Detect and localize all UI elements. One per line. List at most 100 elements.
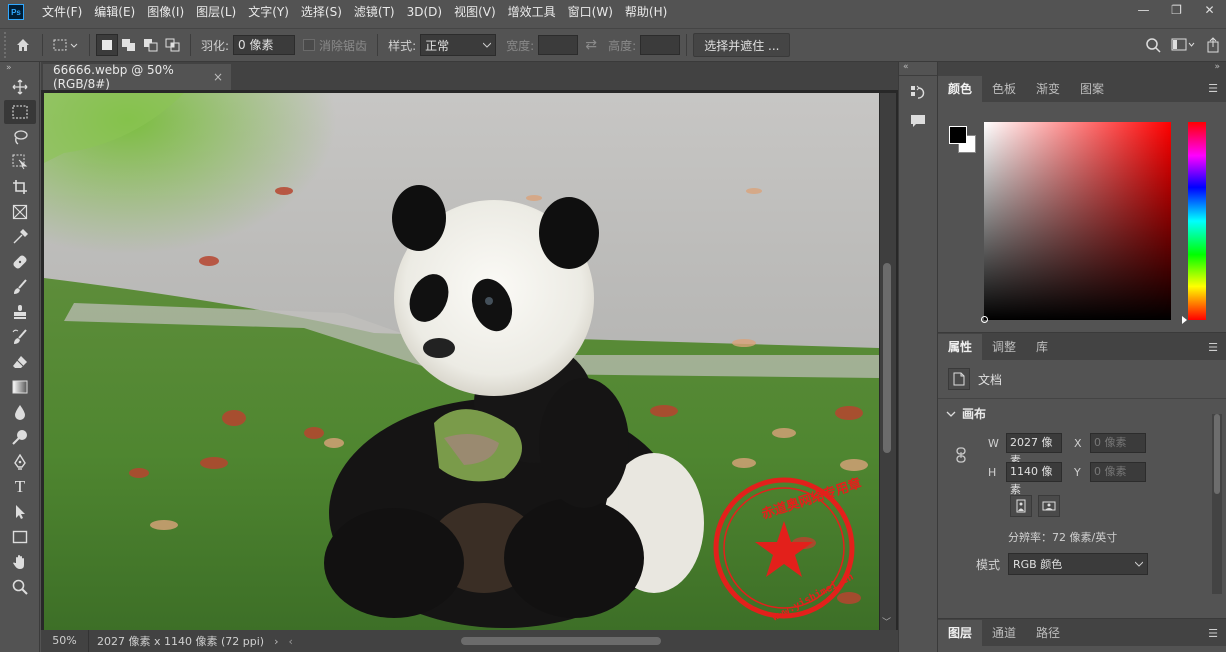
vertical-scroll-thumb[interactable] [883,263,891,453]
hue-slider-handle[interactable] [1182,316,1187,324]
tab-patterns[interactable]: 图案 [1070,76,1114,102]
search-icon[interactable] [1140,32,1166,58]
crop-tool-icon[interactable] [4,175,36,199]
separator [377,34,379,56]
menu-view[interactable]: 视图(V) [448,0,502,24]
close-window-button[interactable]: ✕ [1193,0,1226,20]
menu-help[interactable]: 帮助(H) [619,0,673,24]
hand-tool-icon[interactable] [4,550,36,574]
scroll-down-icon[interactable]: ﹀ [882,615,891,628]
document-info[interactable]: 2027 像素 x 1140 像素 (72 ppi) [97,633,264,649]
portrait-orientation-icon[interactable] [1010,495,1032,517]
canvas-height-input[interactable]: 1140 像素 [1006,462,1062,496]
eraser-tool-icon[interactable] [4,350,36,374]
collapse-dock-icon[interactable]: » [1214,62,1220,72]
scroll-left-icon[interactable]: ‹ [289,635,293,648]
canvas-x-input[interactable]: 0 像素 [1090,433,1146,453]
style-select[interactable]: 正常 [420,34,497,56]
menu-image[interactable]: 图像(I) [141,0,190,24]
menu-3d[interactable]: 3D(D) [401,0,448,24]
link-dimensions-icon[interactable] [956,447,966,463]
zoom-tool-icon[interactable] [4,575,36,599]
panel-menu-icon[interactable]: ☰ [1208,82,1218,95]
eyedropper-tool-icon[interactable] [4,225,36,249]
feather-input[interactable]: 0 像素 [233,35,296,55]
rectangular-marquee-tool-icon[interactable] [4,100,36,124]
gradient-tool-icon[interactable] [4,375,36,399]
swap-icon[interactable]: ⇄ [578,32,604,58]
history-brush-tool-icon[interactable] [4,325,36,349]
subtract-selection-icon[interactable] [140,34,162,56]
frame-tool-icon[interactable] [4,200,36,224]
foreground-color-swatch[interactable] [949,126,967,144]
dodge-tool-icon[interactable] [4,425,36,449]
canvas-area[interactable]: 赤道奥网络专用章 www.yishimei.cn [41,90,898,630]
close-tab-icon[interactable]: × [213,70,223,84]
properties-scroll-thumb[interactable] [1214,414,1220,494]
document-tab[interactable]: 66666.webp @ 50%(RGB/8#) × [43,63,231,91]
select-and-mask-button[interactable]: 选择并遮住 ... [693,33,791,57]
minimize-button[interactable]: — [1127,0,1160,20]
tab-adjustments[interactable]: 调整 [982,334,1026,360]
height-input[interactable] [640,35,681,55]
canvas-y-input[interactable]: 0 像素 [1090,462,1146,482]
path-selection-tool-icon[interactable] [4,500,36,524]
tab-color[interactable]: 颜色 [938,76,983,102]
info-arrow-icon[interactable]: › [274,635,278,648]
landscape-orientation-icon[interactable] [1038,495,1060,517]
tab-libraries[interactable]: 库 [1026,334,1058,360]
history-panel-icon[interactable] [906,82,930,104]
horizontal-scrollbar[interactable] [321,636,881,646]
restore-button[interactable]: ❐ [1160,0,1193,20]
canvas-width-input[interactable]: 2027 像素 [1006,433,1062,467]
zoom-level[interactable]: 50% [41,630,89,652]
object-selection-tool-icon[interactable] [4,150,36,174]
panda-photo[interactable] [44,93,879,630]
intersect-selection-icon[interactable] [162,34,184,56]
panel-menu-icon[interactable]: ☰ [1208,341,1218,354]
menu-plugins[interactable]: 增效工具 [502,0,562,24]
vertical-scrollbar[interactable]: ﹀ [880,93,896,630]
new-selection-icon[interactable] [96,34,118,56]
move-tool-icon[interactable] [4,75,36,99]
canvas-section-header[interactable]: 画布 [946,405,986,422]
healing-brush-tool-icon[interactable] [4,250,36,274]
menu-filter[interactable]: 滤镜(T) [348,0,401,24]
clone-stamp-tool-icon[interactable] [4,300,36,324]
menu-select[interactable]: 选择(S) [295,0,348,24]
add-selection-icon[interactable] [118,34,140,56]
menu-edit[interactable]: 编辑(E) [88,0,141,24]
color-saturation-field[interactable] [981,122,1171,323]
rectangle-tool-icon[interactable] [4,525,36,549]
tab-properties[interactable]: 属性 [938,334,983,360]
panel-menu-icon[interactable]: ☰ [1208,627,1218,640]
horizontal-scroll-thumb[interactable] [461,637,661,645]
tab-swatches[interactable]: 色板 [982,76,1026,102]
width-input[interactable] [538,35,579,55]
pen-tool-icon[interactable] [4,450,36,474]
tab-layers[interactable]: 图层 [938,620,983,646]
tab-paths[interactable]: 路径 [1026,620,1070,646]
menu-file[interactable]: 文件(F) [36,0,88,24]
antialias-checkbox[interactable] [303,39,316,51]
home-icon[interactable] [10,32,36,58]
brush-tool-icon[interactable] [4,275,36,299]
collapse-toolbar-icon[interactable]: » [0,62,39,74]
color-mode-select[interactable]: RGB 颜色 [1008,553,1148,575]
tab-channels[interactable]: 通道 [982,620,1026,646]
blur-tool-icon[interactable] [4,400,36,424]
tab-gradients[interactable]: 渐变 [1026,76,1070,102]
hue-slider[interactable] [1182,122,1206,324]
properties-scrollbar[interactable] [1212,414,1222,594]
lasso-tool-icon[interactable] [4,125,36,149]
color-picker-marker[interactable] [981,316,988,323]
type-tool-icon[interactable]: T [4,475,36,499]
collapse-strip-icon[interactable]: « [899,62,937,76]
share-icon[interactable] [1200,32,1226,58]
comments-panel-icon[interactable] [906,110,930,132]
menu-type[interactable]: 文字(Y) [242,0,295,24]
menu-window[interactable]: 窗口(W) [562,0,619,24]
menu-layer[interactable]: 图层(L) [190,0,242,24]
workspace-icon[interactable] [1166,32,1200,58]
marquee-preset-icon[interactable] [49,32,83,58]
